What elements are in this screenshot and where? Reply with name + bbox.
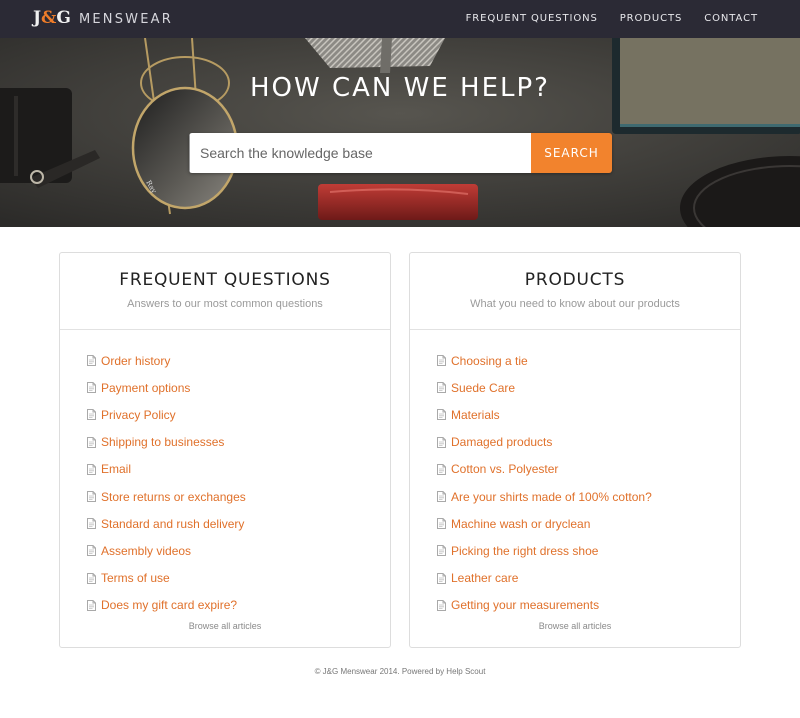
- card-subtitle: What you need to know about our products: [470, 298, 680, 310]
- article-item: Order history: [87, 347, 390, 374]
- article-item: Machine wash or dryclean: [437, 510, 740, 537]
- document-icon: [87, 463, 96, 475]
- document-icon: [87, 382, 96, 394]
- article-item: Damaged products: [437, 429, 740, 456]
- document-icon: [87, 436, 96, 448]
- article-item: Standard and rush delivery: [87, 510, 390, 537]
- article-link[interactable]: Getting your measurements: [451, 598, 599, 612]
- article-link[interactable]: Email: [101, 462, 131, 476]
- article-link[interactable]: Terms of use: [101, 571, 170, 585]
- browse-all-link[interactable]: Browse all articles: [410, 621, 740, 631]
- document-icon: [87, 599, 96, 611]
- article-link[interactable]: Store returns or exchanges: [101, 490, 246, 504]
- document-icon: [437, 355, 446, 367]
- article-link[interactable]: Choosing a tie: [451, 354, 528, 368]
- article-link[interactable]: Shipping to businesses: [101, 435, 224, 449]
- article-item: Store returns or exchanges: [87, 483, 390, 510]
- logo-monogram: J&G: [33, 8, 71, 28]
- article-item: Choosing a tie: [437, 347, 740, 374]
- article-item: Cotton vs. Polyester: [437, 456, 740, 483]
- nav-frequent-questions[interactable]: FREQUENT QUESTIONS: [466, 13, 598, 24]
- footer-copyright: © J&G Menswear 2014. Powered by: [314, 667, 447, 676]
- brand-logo[interactable]: J&G MENSWEAR: [33, 8, 173, 30]
- article-item: Materials: [437, 401, 740, 428]
- document-icon: [437, 382, 446, 394]
- document-icon: [87, 518, 96, 530]
- article-item: Shipping to businesses: [87, 429, 390, 456]
- document-icon: [87, 409, 96, 421]
- category-card-frequent-questions: FREQUENT QUESTIONS Answers to our most c…: [59, 252, 391, 648]
- document-icon: [87, 491, 96, 503]
- article-item: Leather care: [437, 565, 740, 592]
- document-icon: [437, 491, 446, 503]
- browse-all-link[interactable]: Browse all articles: [60, 621, 390, 631]
- search-button[interactable]: SEARCH: [531, 133, 612, 173]
- article-item: Assembly videos: [87, 537, 390, 564]
- main-nav: FREQUENT QUESTIONS PRODUCTS CONTACT: [466, 13, 758, 24]
- card-subtitle: Answers to our most common questions: [127, 298, 323, 310]
- footer-help-scout-link[interactable]: Help Scout: [446, 667, 485, 676]
- hero-title: HOW CAN WE HELP?: [250, 73, 550, 103]
- card-header: FREQUENT QUESTIONS Answers to our most c…: [60, 253, 390, 330]
- nav-products[interactable]: PRODUCTS: [620, 13, 683, 24]
- article-link[interactable]: Assembly videos: [101, 544, 191, 558]
- hero-banner: Ray HOW CAN WE HELP? SEARCH: [0, 38, 800, 227]
- article-link[interactable]: Does my gift card expire?: [101, 598, 237, 612]
- article-item: Email: [87, 456, 390, 483]
- article-item: Are your shirts made of 100% cotton?: [437, 483, 740, 510]
- document-icon: [437, 436, 446, 448]
- document-icon: [437, 572, 446, 584]
- category-card-products: PRODUCTS What you need to know about our…: [409, 252, 741, 648]
- article-item: Privacy Policy: [87, 401, 390, 428]
- article-link[interactable]: Materials: [451, 408, 500, 422]
- footer: © J&G Menswear 2014. Powered by Help Sco…: [0, 667, 800, 676]
- document-icon: [437, 409, 446, 421]
- article-link[interactable]: Cotton vs. Polyester: [451, 462, 558, 476]
- document-icon: [437, 599, 446, 611]
- search-input[interactable]: [189, 133, 531, 173]
- article-item: Terms of use: [87, 565, 390, 592]
- article-link[interactable]: Picking the right dress shoe: [451, 544, 598, 558]
- article-link[interactable]: Payment options: [101, 381, 190, 395]
- article-list: Choosing a tie Suede Care Materials Damaged…: [410, 330, 740, 619]
- document-icon: [87, 572, 96, 584]
- card-header: PRODUCTS What you need to know about our…: [410, 253, 740, 330]
- document-icon: [87, 355, 96, 367]
- article-item: Payment options: [87, 374, 390, 401]
- document-icon: [87, 545, 96, 557]
- article-link[interactable]: Machine wash or dryclean: [451, 517, 590, 531]
- document-icon: [437, 518, 446, 530]
- nav-contact[interactable]: CONTACT: [704, 13, 758, 24]
- card-title[interactable]: PRODUCTS: [410, 253, 740, 290]
- article-link[interactable]: Suede Care: [451, 381, 515, 395]
- article-link[interactable]: Privacy Policy: [101, 408, 176, 422]
- article-item: Picking the right dress shoe: [437, 537, 740, 564]
- article-link[interactable]: Order history: [101, 354, 170, 368]
- brand-name: MENSWEAR: [78, 12, 173, 27]
- article-link[interactable]: Standard and rush delivery: [101, 517, 244, 531]
- top-navbar: J&G MENSWEAR FREQUENT QUESTIONS PRODUCTS…: [0, 0, 800, 38]
- card-title[interactable]: FREQUENT QUESTIONS: [60, 253, 390, 290]
- search-form: SEARCH: [189, 133, 612, 173]
- article-list: Order history Payment options Privacy Poli…: [60, 330, 390, 619]
- document-icon: [437, 463, 446, 475]
- article-item: Suede Care: [437, 374, 740, 401]
- article-item: Getting your measurements: [437, 592, 740, 619]
- article-link[interactable]: Leather care: [451, 571, 518, 585]
- article-link[interactable]: Damaged products: [451, 435, 552, 449]
- article-item: Does my gift card expire?: [87, 592, 390, 619]
- document-icon: [437, 545, 446, 557]
- article-link[interactable]: Are your shirts made of 100% cotton?: [451, 490, 652, 504]
